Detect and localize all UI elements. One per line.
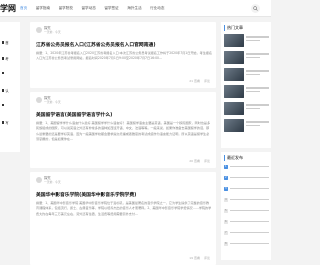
main-nav: 首页 留学指南 留学院校 留学动态 留学签证 海外生活 行业动态 xyxy=(20,6,173,11)
hot-article-thumbnail[interactable] xyxy=(224,51,244,64)
category-label: 首 xyxy=(5,41,9,45)
article-author: 探究 一天前 · 今天 xyxy=(36,176,61,184)
hot-article-item[interactable] xyxy=(224,34,269,49)
hot-articles-panel: 热门文章 xyxy=(221,22,271,148)
hot-article-thumbnail[interactable] xyxy=(224,119,244,132)
comment-link[interactable]: 评论 xyxy=(204,79,210,83)
rank-badge: 8 xyxy=(224,242,228,246)
article-card[interactable]: 探究 一天前 · 今天 美国华中影音乐学院(美国华中影音乐学院学费) 摘要：1、… xyxy=(30,172,216,265)
view-count: 19 查看 xyxy=(189,256,200,260)
nav-item-guide[interactable]: 留学指南 xyxy=(36,6,50,11)
hot-article-thumbnail[interactable] xyxy=(224,68,244,81)
category-item[interactable]: 认 xyxy=(2,88,9,93)
latest-post-item[interactable]: 7 xyxy=(224,231,269,235)
article-author: 探究 一天前 · 今天 xyxy=(36,96,61,104)
category-icon xyxy=(2,89,5,92)
hot-article-item[interactable] xyxy=(224,119,269,134)
latest-post-item[interactable]: 1 xyxy=(224,165,269,169)
nav-item-industry[interactable]: 行业动态 xyxy=(150,6,164,11)
latest-post-item[interactable]: 3 xyxy=(224,187,269,191)
category-icon xyxy=(2,41,5,44)
avatar xyxy=(36,27,42,34)
hot-article-thumbnail[interactable] xyxy=(224,34,244,47)
hot-article-thumbnail[interactable] xyxy=(224,85,244,98)
category-item[interactable]: 写 xyxy=(2,120,9,125)
view-count: 21 查看 xyxy=(189,79,200,83)
latest-post-item[interactable]: 8 xyxy=(224,242,269,246)
category-item[interactable]: 考 xyxy=(2,56,9,61)
rank-badge: 1 xyxy=(224,165,228,169)
hot-articles-title: 热门文章 xyxy=(224,25,243,31)
category-item[interactable] xyxy=(2,104,5,107)
article-author: 探究 一天前 · 今天 xyxy=(36,26,61,34)
hot-article-item[interactable] xyxy=(224,102,269,117)
hot-article-thumbnail[interactable] xyxy=(224,102,244,115)
hot-article-item[interactable] xyxy=(224,51,269,66)
article-stats: 20 查看 评论 xyxy=(185,159,210,163)
category-icon xyxy=(2,72,5,75)
hot-article-item[interactable] xyxy=(224,68,269,83)
category-item[interactable] xyxy=(2,72,5,75)
view-count: 20 查看 xyxy=(189,159,200,163)
article-title[interactable]: 美国留学语言(美国留学语言学什么) xyxy=(36,111,212,118)
category-icon xyxy=(2,104,5,107)
category-item[interactable]: 首 xyxy=(2,40,9,45)
post-time: 一天前 · 今天 xyxy=(44,30,61,35)
article-card[interactable]: 探究 一天前 · 今天 江苏省公务员报名入口(江苏省公务员报名入口官网南通) 摘… xyxy=(30,22,216,88)
rank-badge: 7 xyxy=(224,231,228,235)
search-icon xyxy=(253,5,258,11)
category-label: 写 xyxy=(5,121,9,125)
search-button[interactable] xyxy=(251,3,260,13)
article-card[interactable]: 探究 一天前 · 今天 美国留学语言(美国留学语言学什么) 摘要：1、美国留学学… xyxy=(30,92,216,168)
latest-post-item[interactable]: 5 xyxy=(224,209,269,213)
nav-item-news[interactable]: 留学动态 xyxy=(81,6,95,11)
article-title[interactable]: 美国华中影音乐学院(美国华中影音乐学院学费) xyxy=(36,191,212,198)
latest-post-item[interactable]: 4 xyxy=(224,198,269,202)
avatar xyxy=(36,177,42,184)
post-time: 一天前 · 今天 xyxy=(44,180,61,185)
article-title[interactable]: 江苏省公务员报名入口(江苏省公务员报名入口官网南通) xyxy=(36,41,212,48)
rank-badge: 3 xyxy=(224,187,228,191)
rank-badge: 5 xyxy=(224,209,228,213)
latest-posts-panel: 最近发布 1 2 3 4 5 6 7 8 xyxy=(221,152,271,260)
category-label: 考 xyxy=(5,57,9,61)
avatar xyxy=(36,97,42,104)
article-stats: 21 查看 评论 xyxy=(185,79,210,83)
category-icon xyxy=(2,121,5,124)
post-time: 一天前 · 今天 xyxy=(44,100,61,105)
category-sidebar: 首 考 认 写 xyxy=(0,22,20,152)
rank-badge: 2 xyxy=(224,176,228,180)
site-logo[interactable]: 学网 xyxy=(0,3,16,14)
latest-posts-title: 最近发布 xyxy=(224,155,243,161)
nav-item-schools[interactable]: 留学院校 xyxy=(59,6,73,11)
article-excerpt: 摘要：1、美国留学学什么语言什么最好 美国留学学什么语言好？ 美国留学语言主要是… xyxy=(36,121,211,141)
article-stats: 19 查看 评论 xyxy=(185,256,210,260)
rank-badge: 4 xyxy=(224,198,228,202)
hot-article-item[interactable] xyxy=(224,85,269,100)
nav-item-home[interactable]: 首页 xyxy=(20,6,27,11)
rank-badge: 6 xyxy=(224,220,228,224)
top-navigation-bar: 学网 首页 留学指南 留学院校 留学动态 留学签证 海外生活 行业动态 xyxy=(0,0,271,17)
nav-item-visa[interactable]: 留学签证 xyxy=(104,6,118,11)
comment-link[interactable]: 评论 xyxy=(204,256,210,260)
latest-post-item[interactable]: 2 xyxy=(224,176,269,180)
category-label: 认 xyxy=(5,89,9,93)
article-excerpt: 摘要：1、2020年江苏省考报名入口2020江苏省考报名入口:本次江苏省公务员考… xyxy=(36,51,212,61)
nav-item-overseas-life[interactable]: 海外生活 xyxy=(127,6,141,11)
latest-post-item[interactable]: 6 xyxy=(224,220,269,224)
article-excerpt: 摘要：1、美国华中影音乐学院 美国华中影音乐学院位于洛杉矶，是美国最著名的音乐学… xyxy=(36,201,212,216)
comment-link[interactable]: 评论 xyxy=(204,159,210,163)
category-icon xyxy=(2,57,5,60)
